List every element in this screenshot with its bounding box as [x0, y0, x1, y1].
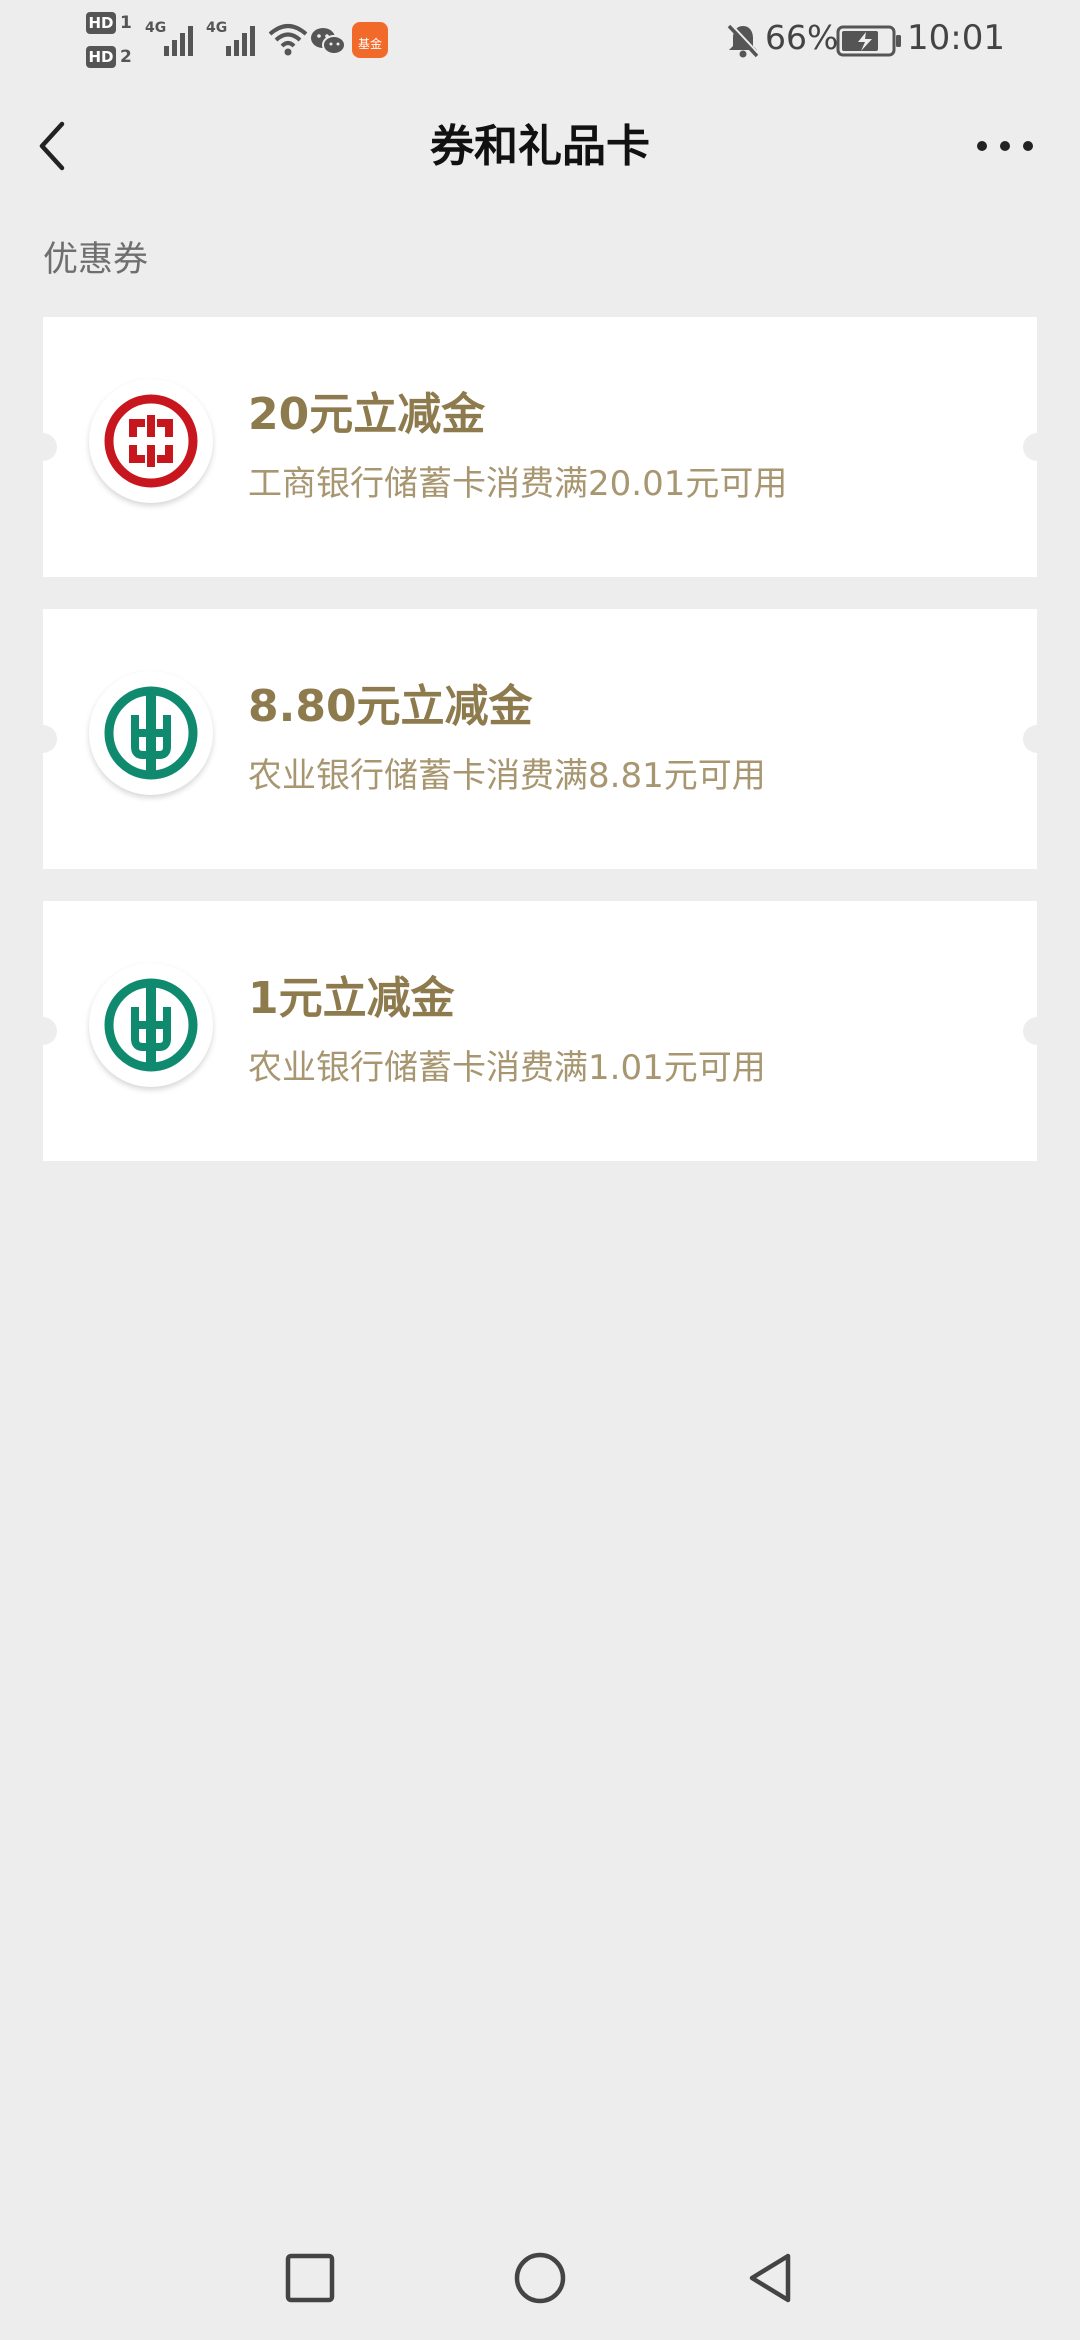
back-triangle-icon[interactable] — [740, 2248, 800, 2308]
card-notch-right — [1023, 433, 1051, 461]
signal2-icon — [226, 26, 255, 56]
card-notch-right — [1023, 725, 1051, 753]
battery-charging-icon — [836, 25, 901, 57]
more-options-icon[interactable] — [972, 126, 1038, 166]
coupon-desc: 工商银行储蓄卡消费满20.01元可用 — [248, 464, 788, 504]
card-notch-right — [1023, 1017, 1051, 1045]
page-title: 券和礼品卡 — [430, 121, 650, 172]
battery-percent: 66% — [765, 18, 839, 57]
home-icon[interactable] — [510, 2248, 570, 2308]
wifi-icon — [268, 24, 308, 56]
sim1-number: 1 — [120, 13, 132, 33]
card-notch-left — [29, 725, 57, 753]
clock-time: 10:01 — [907, 18, 1005, 58]
sim1-indicator: HD 1 — [86, 12, 134, 34]
fund-app-icon: 基金 — [352, 22, 388, 58]
wechat-icon — [311, 28, 346, 55]
coupon-title: 1元立减金 — [248, 973, 455, 1024]
coupon-title: 20元立减金 — [248, 389, 486, 440]
status-bar: HD 1 HD 2 4G 4G 基金 66% 10:01 — [0, 0, 1080, 80]
card-notch-left — [29, 433, 57, 461]
bell-muted-icon — [727, 23, 760, 58]
coupon-card[interactable]: 8.80元立减金 农业银行储蓄卡消费满8.81元可用 — [29, 609, 1051, 869]
icbc-logo-icon — [89, 379, 213, 503]
abc-logo-icon — [89, 671, 213, 795]
coupon-desc: 农业银行储蓄卡消费满1.01元可用 — [248, 1048, 766, 1088]
coupon-card[interactable]: 20元立减金 工商银行储蓄卡消费满20.01元可用 — [29, 317, 1051, 577]
coupon-desc: 农业银行储蓄卡消费满8.81元可用 — [248, 756, 766, 796]
section-label-coupons: 优惠券 — [43, 240, 149, 280]
coupon-card[interactable]: 1元立减金 农业银行储蓄卡消费满1.01元可用 — [29, 901, 1051, 1161]
coupon-title: 8.80元立减金 — [248, 681, 533, 732]
card-notch-left — [29, 1017, 57, 1045]
sim2-number: 2 — [120, 47, 132, 67]
fund-app-icon-label: 基金 — [357, 37, 382, 51]
signal1-icon — [164, 26, 193, 56]
sim1-badge: HD — [86, 12, 116, 34]
sim2-indicator: HD 2 — [86, 46, 134, 68]
abc-logo-icon — [89, 963, 213, 1087]
sim2-badge: HD — [86, 46, 116, 68]
recent-apps-icon[interactable] — [280, 2248, 340, 2308]
